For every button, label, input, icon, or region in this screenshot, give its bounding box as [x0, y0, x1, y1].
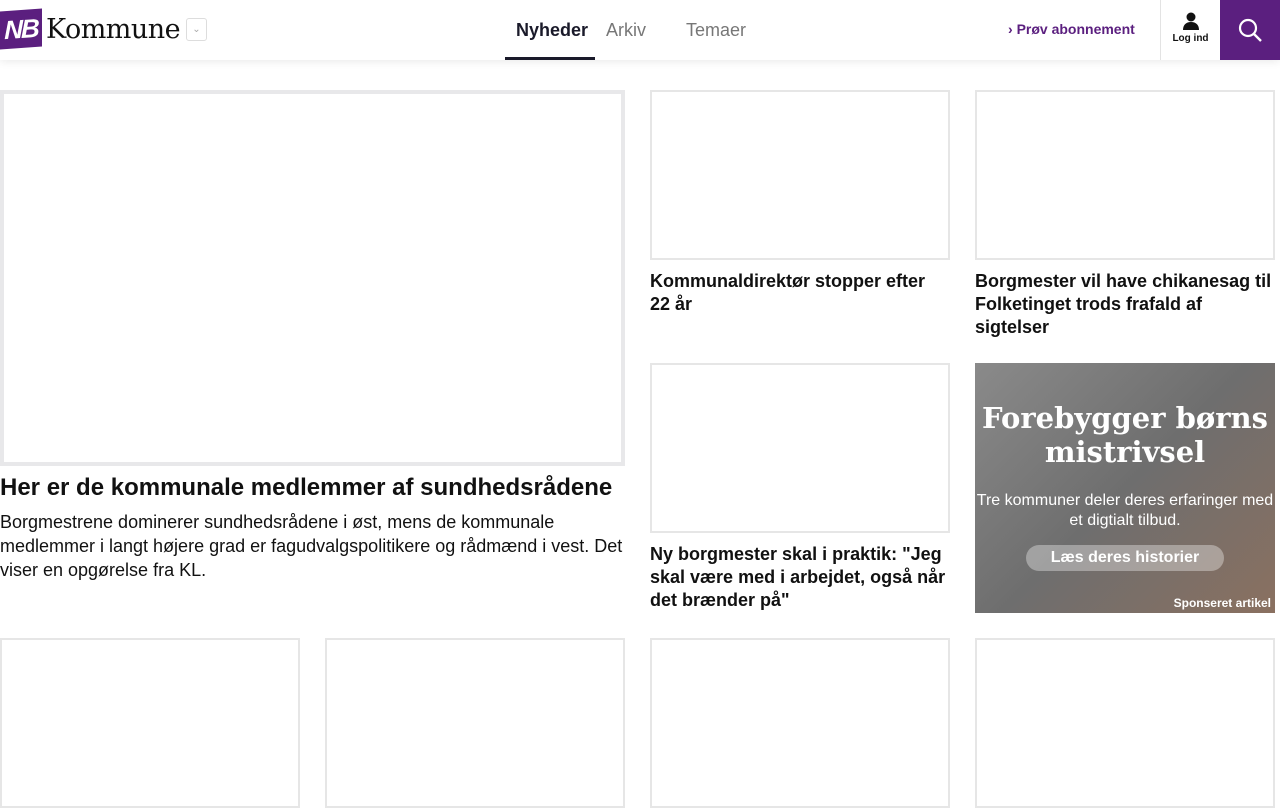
login-label: Log ind	[1172, 33, 1209, 44]
logo-text: Kommune	[46, 13, 181, 45]
sponsored-ad[interactable]: Forebygger børns mistrivsel Tre kommuner…	[975, 363, 1275, 613]
search-button[interactable]	[1220, 0, 1280, 60]
site-header: NB Kommune ⌄ Nyheder Arkiv Temaer › Prøv…	[0, 0, 1280, 60]
article-image[interactable]	[650, 638, 950, 808]
logo[interactable]: NB Kommune	[0, 8, 181, 50]
article-image[interactable]	[0, 638, 300, 808]
main-article-lead: Borgmestrene dominerer sundhedsrådene i …	[0, 512, 623, 580]
user-icon	[1182, 12, 1199, 30]
article-image[interactable]	[650, 363, 950, 533]
article-image[interactable]	[325, 638, 625, 808]
site-switcher-chevron-down-icon[interactable]: ⌄	[186, 18, 207, 41]
main-article-image[interactable]	[0, 90, 625, 466]
subscribe-label: Prøv abonnement	[1016, 21, 1135, 37]
subscribe-link[interactable]: › Prøv abonnement	[1008, 21, 1135, 37]
article-image[interactable]	[650, 90, 950, 260]
article-headline[interactable]: Borgmester vil have chikanesag til Folke…	[975, 270, 1275, 339]
sponsored-label: Sponseret artikel	[1173, 596, 1271, 610]
main-nav: Nyheder Arkiv Temaer	[505, 0, 757, 60]
ad-title: Forebygger børns mistrivsel	[982, 401, 1268, 469]
nav-nyheder[interactable]: Nyheder	[505, 0, 595, 60]
article-image[interactable]	[975, 638, 1275, 808]
ad-subtitle: Tre kommuner deler deres erfaringer med …	[976, 492, 1274, 529]
nav-temaer[interactable]: Temaer	[675, 0, 757, 60]
article-image[interactable]	[975, 90, 1275, 260]
nav-arkiv[interactable]: Arkiv	[595, 0, 657, 60]
logo-mark: NB	[0, 8, 42, 50]
article-headline[interactable]: Kommunaldirektør stopper efter 22 år	[650, 270, 950, 316]
login-button[interactable]: Log ind	[1160, 0, 1220, 60]
ad-cta-button[interactable]: Læs deres historier	[1026, 545, 1224, 571]
search-icon	[1238, 18, 1262, 42]
article-headline[interactable]: Ny borgmester skal i praktik: "Jeg skal …	[650, 543, 950, 612]
main-article-headline[interactable]: Her er de kommunale medlemmer af sundhed…	[0, 474, 625, 502]
chevron-right-icon: ›	[1008, 21, 1017, 37]
